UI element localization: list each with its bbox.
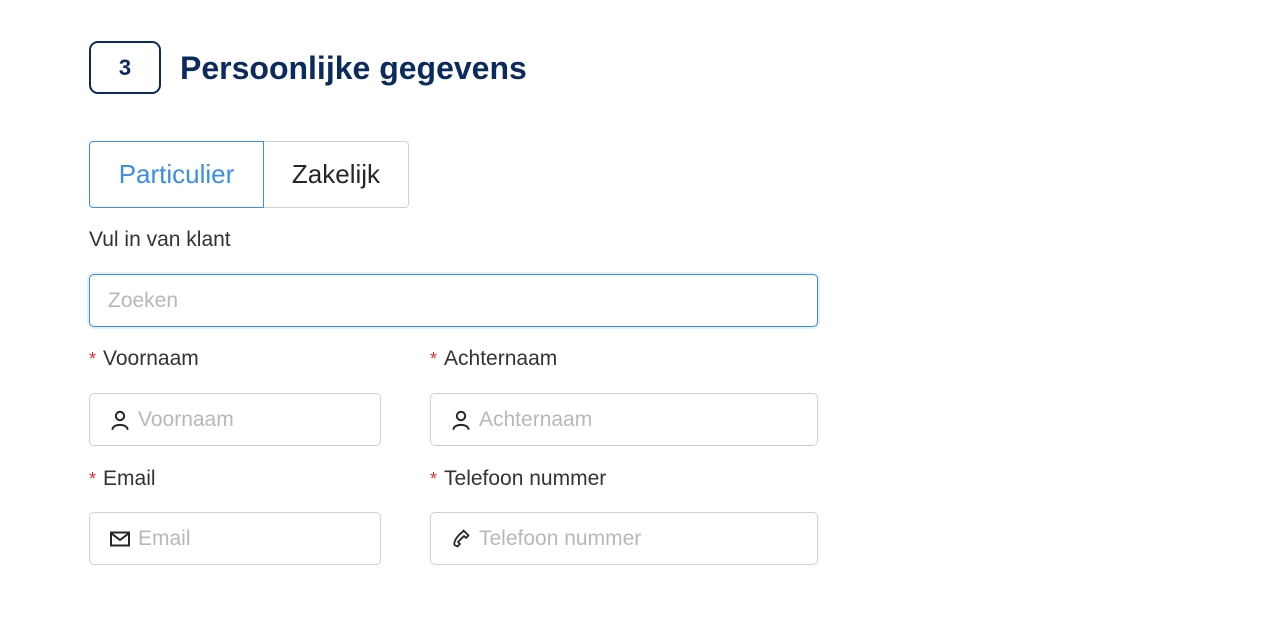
required-marker: * [89,348,97,369]
required-marker: * [430,468,438,489]
customer-type-particulier[interactable]: Particulier [89,141,264,208]
phone-field[interactable] [430,512,818,565]
phone-label: * Telefoon nummer [430,467,606,491]
customer-type-zakelijk[interactable]: Zakelijk [264,141,409,208]
step-number-badge: 3 [89,41,161,94]
phone-label-text: Telefoon nummer [444,467,607,490]
customer-search-input[interactable] [89,274,818,327]
last-name-label-text: Achternaam [444,347,558,370]
last-name-field[interactable] [430,393,818,446]
last-name-label: * Achternaam [430,347,557,371]
first-name-label: * Voornaam [89,347,199,371]
section-title: Persoonlijke gegevens [180,49,527,86]
first-name-input[interactable] [138,407,380,432]
first-name-label-text: Voornaam [103,347,199,370]
user-icon [450,409,472,431]
first-name-field[interactable] [89,393,381,446]
email-label-text: Email [103,467,156,490]
email-label: * Email [89,467,156,491]
email-input[interactable] [138,526,380,551]
last-name-input[interactable] [479,407,817,432]
customer-type-toggle: Particulier Zakelijk [89,141,409,208]
user-icon [109,409,131,431]
fill-from-customer-label: Vul in van klant [89,228,231,251]
email-field[interactable] [89,512,381,565]
required-marker: * [89,468,97,489]
phone-input[interactable] [479,526,817,551]
phone-icon [450,528,472,550]
mail-icon [109,528,131,550]
required-marker: * [430,348,438,369]
personal-details-form: 3 Persoonlijke gegevens Particulier Zake… [0,0,1284,620]
section-header: 3 Persoonlijke gegevens [89,41,527,94]
